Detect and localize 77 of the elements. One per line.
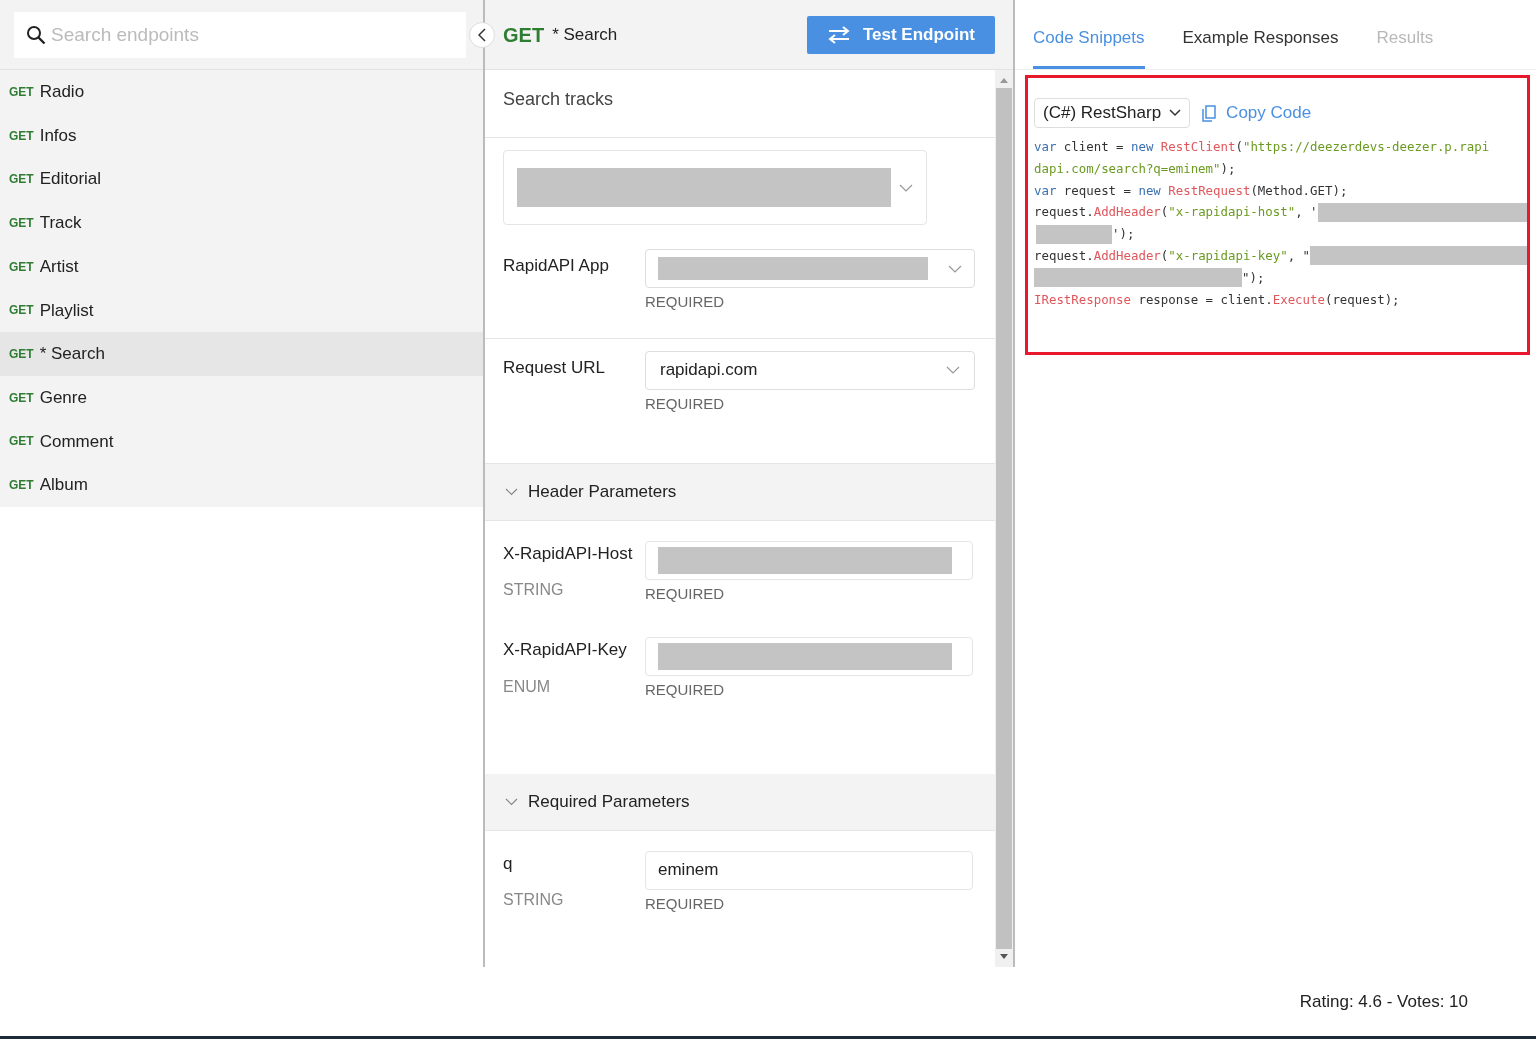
section-header[interactable]: Required Parameters [485, 773, 995, 831]
method-label: GET [9, 345, 34, 363]
endpoint-name: Editorial [39, 168, 102, 191]
code-line: '); [1034, 223, 1527, 245]
endpoint-name: Track [39, 212, 82, 235]
code-line: var client = new RestClient("https://deezerdevs-deezer.p.rapi [1034, 138, 1491, 156]
endpoint-title: * Search [552, 23, 618, 46]
url-select[interactable]: rapidapi.com [645, 350, 975, 390]
language-select[interactable]: (C#) RestSharp [1034, 98, 1191, 128]
endpoint-item[interactable]: GET Infos [0, 113, 483, 158]
param-name: X-RapidAPI-Host [503, 542, 634, 565]
method-label: GET [9, 302, 34, 320]
required-label: REQUIRED [645, 583, 726, 604]
search-icon [26, 24, 46, 45]
method-label: GET [9, 477, 34, 495]
tab[interactable]: Example Responses [1182, 9, 1339, 69]
app-select[interactable] [503, 150, 927, 226]
method-label: GET [9, 127, 34, 145]
scrollbar[interactable] [995, 70, 1013, 967]
param-type: STRING [503, 580, 565, 600]
code-line: IRestResponse response = client.Execute(request); [1034, 290, 1401, 309]
param-input[interactable]: eminem [645, 850, 973, 890]
app-select[interactable] [645, 249, 975, 289]
field-label: Request URL [503, 356, 607, 379]
endpoint-item[interactable]: GET Album [0, 463, 483, 507]
method-label: GET [9, 83, 34, 101]
scroll-down-icon[interactable] [1000, 954, 1008, 959]
scroll-up-icon[interactable] [1000, 78, 1008, 83]
endpoint-item[interactable]: GET Track [0, 201, 483, 245]
chevron-down-icon [948, 264, 962, 273]
chevron-left-icon [478, 28, 486, 42]
endpoint-name: Playlist [39, 299, 94, 322]
endpoint-item[interactable]: GET Genre [0, 375, 483, 420]
method-label: GET [9, 171, 34, 189]
field-label: RapidAPI App [503, 255, 610, 278]
param-input[interactable] [645, 540, 973, 580]
required-label: REQUIRED [645, 680, 726, 700]
rating-text: Rating: 4.6 - Votes: 10 [1299, 990, 1468, 1013]
endpoint-item[interactable]: GET Playlist [0, 288, 483, 333]
required-label: REQUIRED [645, 292, 726, 313]
method-label: GET [9, 389, 34, 407]
param-name: X-RapidAPI-Key [503, 639, 628, 661]
endpoint-name: * Search [39, 343, 105, 366]
endpoint-name: Genre [39, 386, 87, 409]
endpoint-name: Comment [39, 430, 114, 453]
search-field[interactable]: Search endpoints [14, 11, 466, 58]
endpoint-item[interactable]: GET Comment [0, 419, 483, 464]
endpoint-item[interactable]: GET Artist [0, 244, 483, 289]
param-name: q [503, 852, 514, 875]
endpoint-name: Infos [39, 124, 77, 147]
method-label: GET [503, 22, 545, 48]
chevron-down-icon [899, 183, 913, 192]
endpoint-description: Search tracks [503, 89, 614, 109]
required-label: REQUIRED [645, 393, 726, 414]
endpoint-item[interactable]: GET Radio [0, 70, 483, 114]
code-line: request.AddHeader("x-rapidapi-key", " [1034, 245, 1527, 267]
code-line: dapi.com/search?q=eminem"); [1034, 159, 1237, 178]
endpoint-name: Radio [39, 81, 85, 104]
code-line: var request = new RestRequest(Method.GET); [1034, 181, 1349, 200]
code-line: "); [1034, 266, 1527, 289]
method-label: GET [9, 258, 34, 276]
param-input[interactable] [645, 637, 973, 676]
endpoint-item[interactable]: GET * Search [0, 332, 483, 376]
code-line: request.AddHeader("x-rapidapi-host", ' [1034, 201, 1527, 224]
required-label: REQUIRED [645, 893, 726, 914]
chevron-down-icon [946, 366, 960, 375]
endpoint-item[interactable]: GET Editorial [0, 157, 483, 202]
endpoint-name: Album [39, 474, 88, 497]
param-type: ENUM [503, 676, 552, 697]
swap-arrows-icon [826, 25, 851, 44]
endpoint-name: Artist [39, 255, 79, 278]
section-header[interactable]: Header Parameters [485, 463, 995, 521]
copy-icon [1202, 104, 1217, 122]
chevron-down-icon [1169, 109, 1182, 117]
method-label: GET [9, 214, 34, 232]
param-type: STRING [503, 890, 565, 910]
method-label: GET [9, 433, 34, 451]
